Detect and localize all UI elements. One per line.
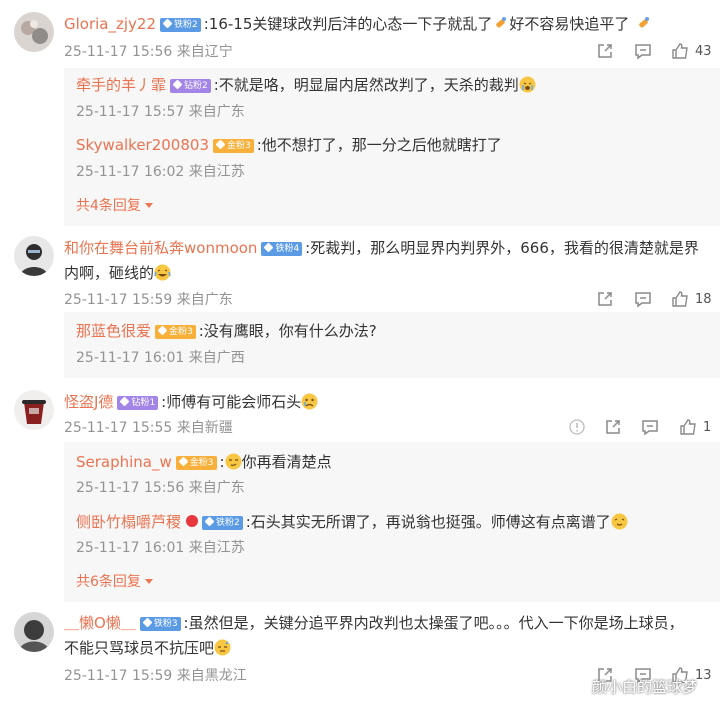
- reply-text: :没有鹰眼，你有什么办法?: [198, 322, 377, 340]
- avatar[interactable]: [14, 612, 54, 652]
- username[interactable]: 牵手的羊丿霏: [76, 76, 166, 94]
- fan-badge: 铁粉3: [139, 617, 181, 631]
- reply-text-2: 你再看清楚点: [241, 453, 332, 471]
- reply-line: 那蓝色很爱 金粉3:没有鹰眼，你有什么办法?: [76, 320, 377, 342]
- comment-line: 怪盗J德 钻粉1:师傅有可能会师石头: [64, 391, 318, 413]
- comment-text-2: 不能只骂球员不抗压吧: [64, 639, 215, 657]
- diamond-icon: [157, 325, 168, 336]
- fan-badge: 铁粉2: [202, 516, 243, 530]
- reply-line: Seraphina_w 金粉3: 你再看清楚点: [76, 451, 332, 473]
- fan-badge: 钻粉1: [117, 396, 159, 410]
- verified-icon: [186, 515, 199, 527]
- like-count: 1: [703, 420, 712, 435]
- like-count: 43: [695, 44, 712, 59]
- fan-badge: 金粉3: [175, 456, 217, 470]
- comment-text-2: 内啊，砸线的: [64, 264, 155, 282]
- reply-meta: 25-11-17 16:01 来自江苏: [76, 540, 245, 556]
- comment-meta: 25-11-17 15:59 来自广东: [64, 292, 233, 308]
- username[interactable]: Seraphina_w: [76, 453, 172, 471]
- like-count: 18: [695, 292, 712, 307]
- reply-text: :石头其实无所谓了，再说翁也挺强。师傅这有点离谱了: [245, 513, 611, 531]
- caret-down-icon: [144, 579, 153, 584]
- username[interactable]: Gloria_zjy22: [64, 15, 156, 33]
- comment-icon[interactable]: [641, 418, 659, 436]
- laughing-tears-emoji-icon: [611, 513, 628, 530]
- username[interactable]: Skywalker200803: [76, 136, 209, 154]
- share-icon[interactable]: [604, 418, 622, 436]
- reply-text: :他不想打了，那一分之后他就瞎打了: [256, 136, 502, 154]
- smirk-emoji-icon: [225, 453, 242, 470]
- comment-line-2: 不能只骂球员不抗压吧: [64, 637, 231, 659]
- username[interactable]: ＿懒O懒＿: [64, 614, 136, 632]
- comment-text: :16-15关键球改判后沣的心态一下子就乱了: [203, 15, 493, 33]
- watermark: 颜小白的篮球梦: [592, 678, 698, 696]
- reply-meta: 25-11-17 16:01 来自广西: [76, 350, 245, 366]
- firecracker-emoji-icon: [639, 17, 650, 28]
- username[interactable]: 那蓝色很爱: [76, 322, 151, 340]
- fan-badge: 铁粉4: [261, 242, 303, 256]
- comment-line: 和你在舞台前私奔wonmoon 铁粉4:死裁判，那么明显界内判界外，666，我看的…: [64, 237, 699, 259]
- caret-down-icon: [144, 203, 153, 208]
- diamond-icon: [263, 242, 274, 253]
- diamond-icon: [162, 18, 173, 29]
- firecracker-emoji-icon: [496, 17, 507, 28]
- reply-meta: 25-11-17 16:02 来自江苏: [76, 164, 245, 180]
- fan-badge: 铁粉2: [160, 18, 201, 32]
- comment-text-2: 好不容易快追平了: [509, 15, 630, 33]
- diamond-icon: [142, 617, 153, 628]
- comment-icon[interactable]: [634, 42, 652, 60]
- diamond-icon: [172, 79, 183, 90]
- diamond-icon: [215, 139, 226, 150]
- sad-emoji-icon: [301, 393, 318, 410]
- laughing-emoji-icon: [154, 264, 171, 281]
- like-icon[interactable]: [671, 290, 689, 308]
- comment-text: :师傅有可能会师石头: [161, 393, 302, 411]
- fan-badge: 金粉3: [155, 325, 196, 339]
- reply-meta: 25-11-17 15:56 来自广东: [76, 480, 245, 496]
- reply-line: Skywalker200803 金粉3:他不想打了，那一分之后他就瞎打了: [76, 134, 502, 156]
- like-icon[interactable]: [679, 418, 697, 436]
- diamond-icon: [204, 516, 215, 527]
- share-icon[interactable]: [596, 42, 614, 60]
- comment-line: Gloria_zjy22 铁粉2:16-15关键球改判后沣的心态一下子就乱了 好不容…: [64, 13, 652, 35]
- reply-text: :不就是咯，明显屇内居然改判了，天杀的裁判: [213, 76, 519, 94]
- crying-emoji-icon: [519, 76, 536, 93]
- comment-line-2: 内啊，砸线的: [64, 262, 171, 284]
- comment-meta: 25-11-17 15:56 来自辽宁: [64, 44, 233, 60]
- comment-icon[interactable]: [634, 290, 652, 308]
- avatar[interactable]: [14, 12, 54, 52]
- comment-meta: 25-11-17 15:59 来自黑龙江: [64, 668, 247, 684]
- comment-line: ＿懒O懒＿ 铁粉3:虽然但是，关键分追平界内改判也太操蛋了吧。。。代入一下你是场上…: [64, 612, 684, 634]
- comment-text: :死裁判，那么明显界内判界外，666，我看的很清楚就是界: [305, 239, 699, 257]
- share-icon[interactable]: [596, 290, 614, 308]
- more-replies-link[interactable]: 共4条回复: [76, 196, 153, 216]
- like-count: 13: [695, 668, 712, 683]
- more-replies-link[interactable]: 共6条回复: [76, 572, 153, 592]
- avatar[interactable]: [14, 390, 54, 430]
- avatar[interactable]: [14, 236, 54, 276]
- like-icon[interactable]: [671, 42, 689, 60]
- fan-badge: 金粉3: [213, 139, 254, 153]
- comment-meta: 25-11-17 15:55 来自新疆: [64, 420, 233, 436]
- diamond-icon: [119, 396, 130, 407]
- fan-badge: 钻粉2: [170, 79, 211, 93]
- comment-text: :虽然但是，关键分追平界内改判也太操蛋了吧。。。代入一下你是场上球员，: [183, 614, 684, 632]
- reply-line: 侧卧竹榻嚼芦稷 铁粉2:石头其实无所谓了，再说翁也挺强。师傅这有点离谱了: [76, 511, 628, 533]
- sweat-emoji-icon: [214, 639, 231, 656]
- reply-line: 牵手的羊丿霏 钻粉2:不就是咯，明显屇内居然改判了，天杀的裁判: [76, 74, 536, 96]
- username[interactable]: 侧卧竹榻嚼芦稷: [76, 513, 181, 531]
- info-icon[interactable]: [568, 418, 586, 436]
- username[interactable]: 和你在舞台前私奔wonmoon: [64, 239, 257, 257]
- diamond-icon: [178, 456, 189, 467]
- username[interactable]: 怪盗J德: [64, 393, 113, 411]
- reply-meta: 25-11-17 15:57 来自广东: [76, 104, 245, 120]
